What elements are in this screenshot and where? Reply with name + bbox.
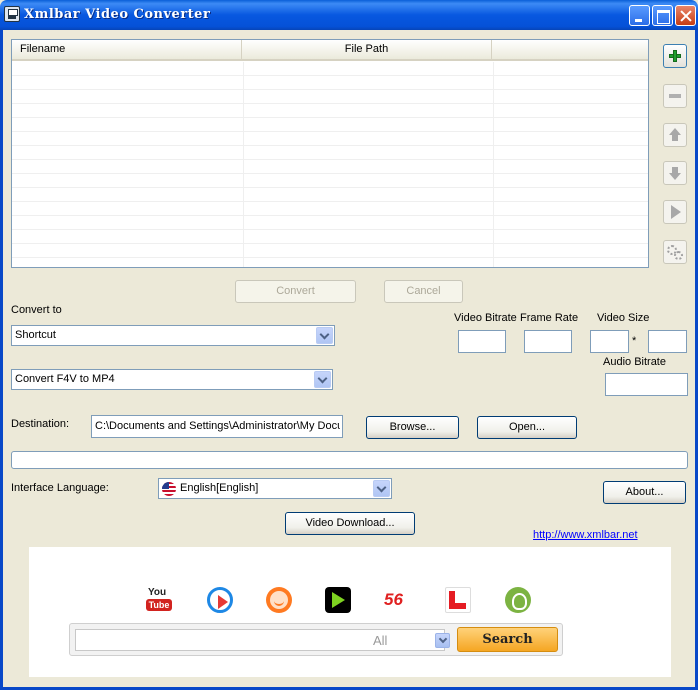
search-scope-value[interactable]: All [373,633,387,648]
website-link[interactable]: http://www.xmlbar.net [533,529,638,541]
plus-icon-stem [673,50,677,62]
settings-button[interactable] [663,240,687,264]
close-button[interactable] [675,5,696,26]
destination-path: C:\Documents and Settings\Administrator\… [95,420,340,432]
file-list-body[interactable] [12,62,648,267]
arrow-down-icon [669,173,681,180]
about-button[interactable]: About... [603,481,686,504]
chevron-down-icon[interactable] [373,480,390,497]
destination-label: Destination: [11,418,70,430]
language-select[interactable]: English[English] [158,478,392,499]
move-up-button[interactable] [663,123,687,147]
column-extra[interactable] [492,40,648,59]
youtube-icon[interactable]: You Tube [146,587,172,613]
ku6-icon[interactable] [505,587,531,613]
move-down-button[interactable] [663,161,687,185]
add-file-button[interactable] [663,44,687,68]
convert-to-label: Convert to [11,304,62,316]
video-width-input[interactable] [590,330,629,353]
column-file-path[interactable]: File Path [242,40,492,59]
file-list[interactable]: Filename File Path [11,39,649,268]
iqiyi-icon[interactable] [325,587,351,613]
video-size-label: Video Size [597,312,650,324]
window-title: Xmlbar Video Converter [24,7,211,22]
browse-button[interactable]: Browse... [366,416,459,439]
audio-bitrate-label: Audio Bitrate [603,356,666,368]
language-value: English[English] [180,482,259,494]
title-bar[interactable]: Xmlbar Video Converter [0,0,698,30]
window-border-left [0,30,3,690]
frame-rate-input[interactable] [524,330,572,353]
maximize-button[interactable] [652,5,673,26]
youtube-tube-text: Tube [146,599,172,611]
progress-bar [11,451,688,469]
audio-bitrate-input[interactable] [605,373,688,396]
video-download-button[interactable]: Video Download... [285,512,415,535]
tudou-icon[interactable] [266,587,292,613]
preset-select[interactable]: Convert F4V to MP4 [11,369,333,390]
search-bar: All Search [69,623,563,656]
video-search-panel: You Tube 56 All Search [29,547,671,677]
56-icon[interactable]: 56 [384,587,412,613]
chevron-down-icon[interactable] [435,633,450,648]
arrow-up-icon-stem [672,135,678,141]
us-flag-icon [162,482,176,496]
preset-value: Convert F4V to MP4 [15,373,115,385]
search-input[interactable]: All [75,629,450,651]
play-button[interactable] [663,200,687,224]
search-button[interactable]: Search [457,627,558,652]
arrow-up-icon [669,128,681,135]
minimize-button[interactable] [629,5,650,26]
youtube-you-text: You [148,587,167,598]
interface-language-label: Interface Language: [11,482,109,494]
minus-icon [669,94,681,98]
app-icon[interactable] [4,6,20,22]
category-value: Shortcut [15,329,56,341]
column-filename[interactable]: Filename [12,40,242,59]
youku-icon[interactable] [207,587,233,613]
gear-small-icon [674,251,683,260]
cancel-button[interactable]: Cancel [384,280,463,303]
letv-icon[interactable] [445,587,471,613]
category-select[interactable]: Shortcut [11,325,335,346]
video-height-input[interactable] [648,330,687,353]
remove-file-button[interactable] [663,84,687,108]
size-separator: * [632,335,637,347]
open-button[interactable]: Open... [477,416,577,439]
destination-input[interactable]: C:\Documents and Settings\Administrator\… [91,415,343,438]
play-icon [671,205,681,219]
chevron-down-icon[interactable] [316,327,333,344]
convert-button[interactable]: Convert [235,280,356,303]
column-divider [243,62,244,267]
file-list-header: Filename File Path [12,40,648,61]
frame-rate-label: Frame Rate [520,312,579,324]
chevron-down-icon[interactable] [314,371,331,388]
video-bitrate-input[interactable] [458,330,506,353]
column-divider [493,62,494,267]
video-bitrate-label: Video Bitrate [454,312,517,324]
